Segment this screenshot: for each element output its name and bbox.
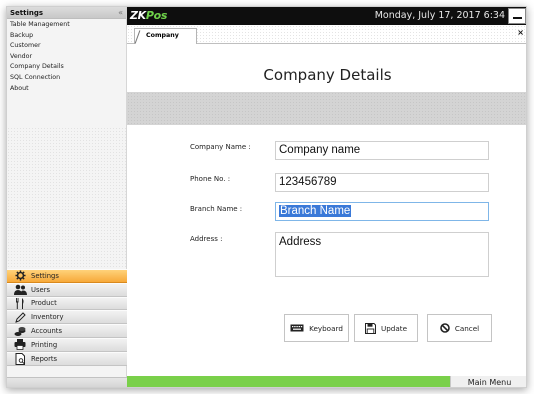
nav-settings[interactable]: Settings (7, 269, 127, 283)
printer-icon (13, 339, 27, 351)
tab-edge (134, 30, 141, 44)
company-name-field[interactable]: Company name (275, 141, 489, 160)
gear-icon (13, 270, 27, 281)
report-icon (13, 352, 27, 365)
top-bar: ZKPos Monday, July 17, 2017 6:34 (127, 7, 526, 25)
datetime-display: Monday, July 17, 2017 6:34 (374, 10, 505, 21)
sidebar-item-customer[interactable]: Customer (7, 41, 126, 52)
users-icon (13, 284, 27, 296)
fork-knife-icon (13, 297, 27, 309)
main-menu-button[interactable]: Main Menu (450, 376, 526, 387)
keyboard-label: Keyboard (309, 323, 343, 333)
sidebar-item-table-management[interactable]: Table Management (7, 20, 126, 31)
app-window: Settings « Table Management Backup Custo… (6, 6, 527, 388)
module-nav: Settings Users Product Inventory Account… (7, 269, 127, 366)
sidebar-title: Settings (10, 8, 44, 17)
nav-label: Settings (31, 271, 59, 280)
nav-reports[interactable]: Reports (7, 351, 127, 366)
nav-users[interactable]: Users (7, 282, 127, 297)
sidebar-header: Settings « (7, 7, 126, 19)
save-icon (364, 322, 376, 334)
minimize-button[interactable] (508, 8, 526, 24)
nav-product[interactable]: Product (7, 296, 127, 311)
sidebar-item-backup[interactable]: Backup (7, 31, 126, 42)
cancel-label: Cancel (454, 323, 480, 333)
nav-label: Accounts (31, 327, 62, 336)
nav-printing[interactable]: Printing (7, 337, 127, 352)
sidebar-empty-area (7, 127, 127, 272)
nav-label: Printing (31, 340, 58, 349)
nav-accounts[interactable]: Accounts (7, 324, 127, 338)
cancel-icon (440, 323, 450, 333)
phone-field[interactable]: 123456789 (275, 173, 489, 192)
phone-label: Phone No. : (190, 175, 231, 183)
company-details-panel: Company Details Company Name : Company n… (127, 44, 526, 376)
nav-label: Inventory (31, 313, 64, 322)
branch-name-field[interactable]: Branch Name (275, 202, 489, 221)
nav-inventory[interactable]: Inventory (7, 310, 127, 325)
nav-label: Users (31, 285, 51, 294)
nav-label: Reports (31, 354, 58, 363)
logo-zk: ZK (130, 9, 146, 22)
address-field[interactable]: Address (275, 232, 489, 277)
settings-menu: Table Management Backup Customer Vendor … (7, 19, 126, 94)
sidebar: Settings « Table Management Backup Custo… (7, 7, 127, 387)
company-name-label: Company Name : (190, 143, 251, 151)
sidebar-footer (7, 377, 127, 387)
update-label: Update (380, 323, 408, 333)
tab-label: Company (146, 32, 179, 39)
sidebar-item-company-details[interactable]: Company Details (7, 62, 126, 73)
status-bar: Main Menu (127, 376, 526, 387)
cancel-button[interactable]: Cancel (427, 314, 492, 342)
selected-text: Branch Name (279, 205, 352, 217)
app-logo: ZKPos (130, 9, 167, 22)
tab-bar: Company × (127, 25, 526, 44)
address-label: Address : (190, 235, 223, 243)
collapse-icon[interactable]: « (118, 8, 123, 17)
keyboard-icon (290, 324, 304, 332)
nav-label: Product (31, 299, 57, 308)
sidebar-item-about[interactable]: About (7, 84, 126, 95)
keyboard-button[interactable]: Keyboard (284, 314, 349, 342)
sidebar-item-sql-connection[interactable]: SQL Connection (7, 73, 126, 84)
sidebar-item-vendor[interactable]: Vendor (7, 52, 126, 63)
update-button[interactable]: Update (354, 314, 418, 342)
page-title: Company Details (263, 66, 392, 84)
coins-icon (13, 326, 27, 337)
header-band (127, 92, 526, 125)
branch-name-label: Branch Name : (190, 205, 243, 213)
tab-company[interactable]: Company (134, 28, 197, 44)
logo-pos: Pos (145, 9, 168, 22)
close-icon[interactable]: × (517, 28, 524, 37)
pen-icon (13, 312, 27, 323)
